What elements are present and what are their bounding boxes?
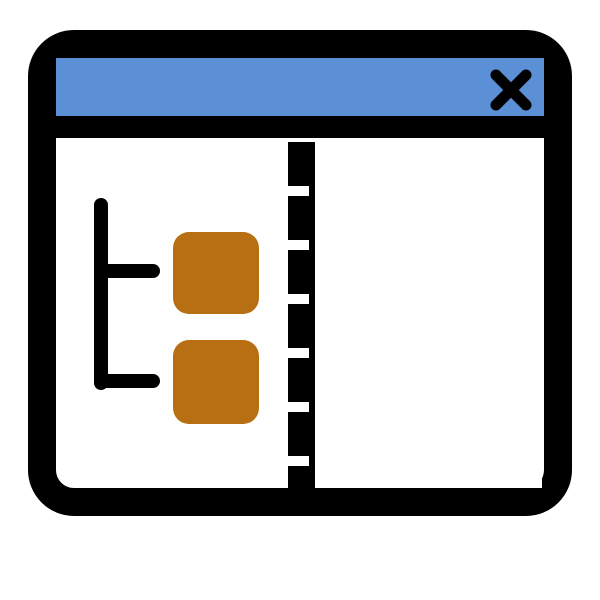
- icon-canvas: [0, 0, 600, 600]
- title-bar: [56, 58, 544, 120]
- tree-node: [173, 340, 259, 424]
- right-pane: [322, 142, 542, 488]
- split-pane-window-tree-icon: [28, 30, 572, 516]
- tree-node: [173, 232, 259, 314]
